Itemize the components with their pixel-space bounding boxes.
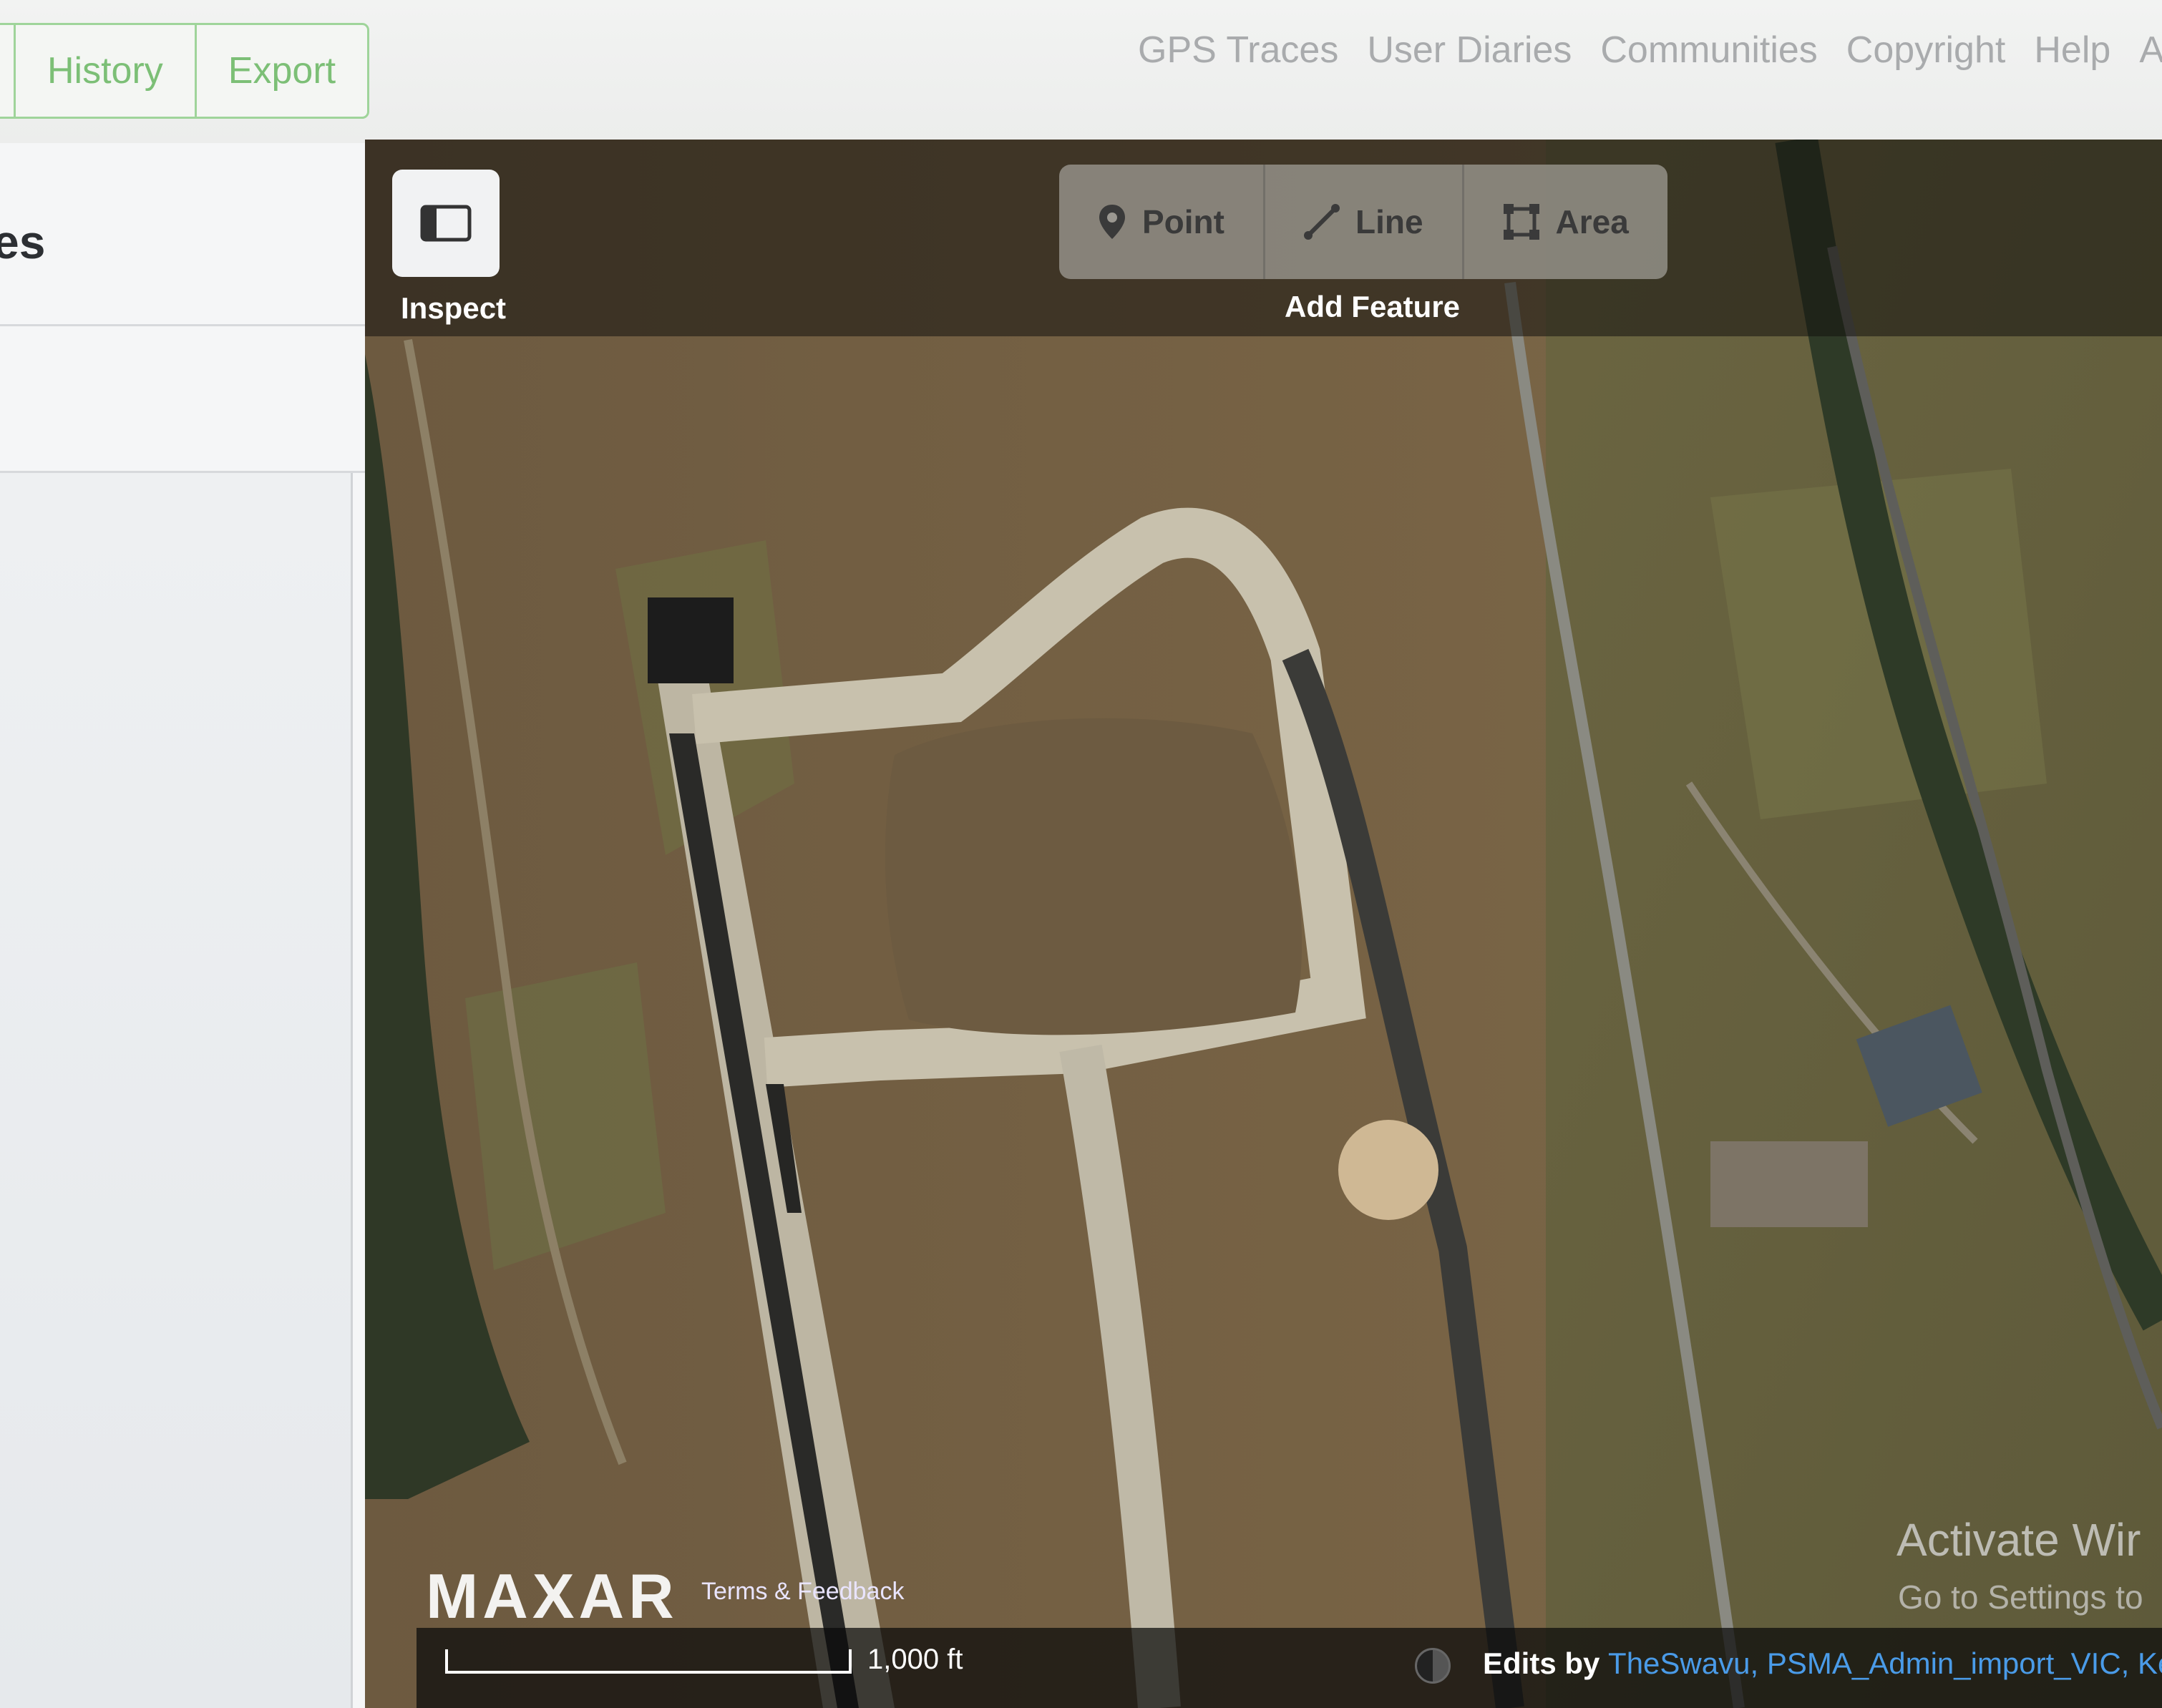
export-button[interactable]: Export bbox=[197, 25, 367, 117]
area-icon bbox=[1503, 204, 1539, 240]
toolbar-button-partial[interactable] bbox=[0, 25, 16, 117]
nav-link-gps-traces[interactable]: GPS Traces bbox=[1138, 29, 1338, 72]
inspect-button[interactable] bbox=[392, 170, 500, 277]
sidebar-toggle-icon bbox=[420, 205, 472, 242]
history-button[interactable]: History bbox=[16, 25, 197, 117]
nav-link-help[interactable]: Help bbox=[2034, 29, 2110, 72]
line-icon bbox=[1303, 204, 1340, 240]
add-feature-label: Add Feature bbox=[1285, 290, 1461, 323]
line-label: Line bbox=[1355, 203, 1423, 240]
inspect-label: Inspect bbox=[401, 291, 507, 325]
activation-watermark-subtitle: Go to Settings to bbox=[1898, 1578, 2143, 1616]
edits-attribution: Edits by TheSwavu, PSMA_Admin_import_VIC… bbox=[1483, 1646, 2162, 1681]
map-footer: 1,000 ft Edits by TheSwavu, PSMA_Admin_i… bbox=[417, 1628, 2162, 1708]
left-sidebar: es bbox=[0, 143, 372, 1708]
area-label: Area bbox=[1555, 203, 1629, 240]
map-toolbar: Inspect Point Line Area Add Feature bbox=[365, 140, 2162, 336]
add-line-button[interactable]: Line bbox=[1265, 165, 1464, 279]
edits-contributors-link[interactable]: TheSwavu, PSMA_Admin_import_VIC, KenS, bbox=[1608, 1646, 2162, 1680]
top-navigation-bar: History Export GPS Traces User Diaries C… bbox=[0, 0, 2162, 143]
nav-links: GPS Traces User Diaries Communities Copy… bbox=[1138, 29, 2162, 72]
add-point-button[interactable]: Point bbox=[1059, 165, 1265, 279]
scale-bar[interactable] bbox=[445, 1649, 852, 1674]
imagery-provider-logo: MAXAR bbox=[426, 1561, 678, 1631]
nav-link-communities[interactable]: Communities bbox=[1600, 29, 1817, 72]
sidebar-divider bbox=[0, 324, 372, 326]
add-area-button[interactable]: Area bbox=[1464, 165, 1667, 279]
scale-label: 1,000 ft bbox=[867, 1644, 963, 1675]
history-pie-icon[interactable] bbox=[1415, 1648, 1451, 1684]
point-label: Point bbox=[1142, 203, 1224, 240]
activation-watermark-title: Activate Wir bbox=[1896, 1514, 2141, 1566]
edits-prefix: Edits by bbox=[1483, 1646, 1600, 1680]
toolbar-button-group: History Export bbox=[0, 23, 370, 119]
satellite-imagery[interactable] bbox=[365, 140, 2162, 1708]
sidebar-panel[interactable] bbox=[0, 473, 353, 1708]
map-view[interactable]: Inspect Point Line Area Add Feature MAXA… bbox=[365, 140, 2162, 1708]
point-marker-icon bbox=[1099, 205, 1125, 239]
sidebar-heading: es bbox=[0, 215, 46, 268]
terms-feedback-link[interactable]: Terms & Feedback bbox=[701, 1578, 904, 1606]
nav-link-about[interactable]: Abo bbox=[2139, 29, 2162, 72]
add-feature-group: Point Line Area bbox=[1059, 165, 1667, 279]
nav-link-user-diaries[interactable]: User Diaries bbox=[1367, 29, 1572, 72]
nav-link-copyright[interactable]: Copyright bbox=[1846, 29, 2006, 72]
